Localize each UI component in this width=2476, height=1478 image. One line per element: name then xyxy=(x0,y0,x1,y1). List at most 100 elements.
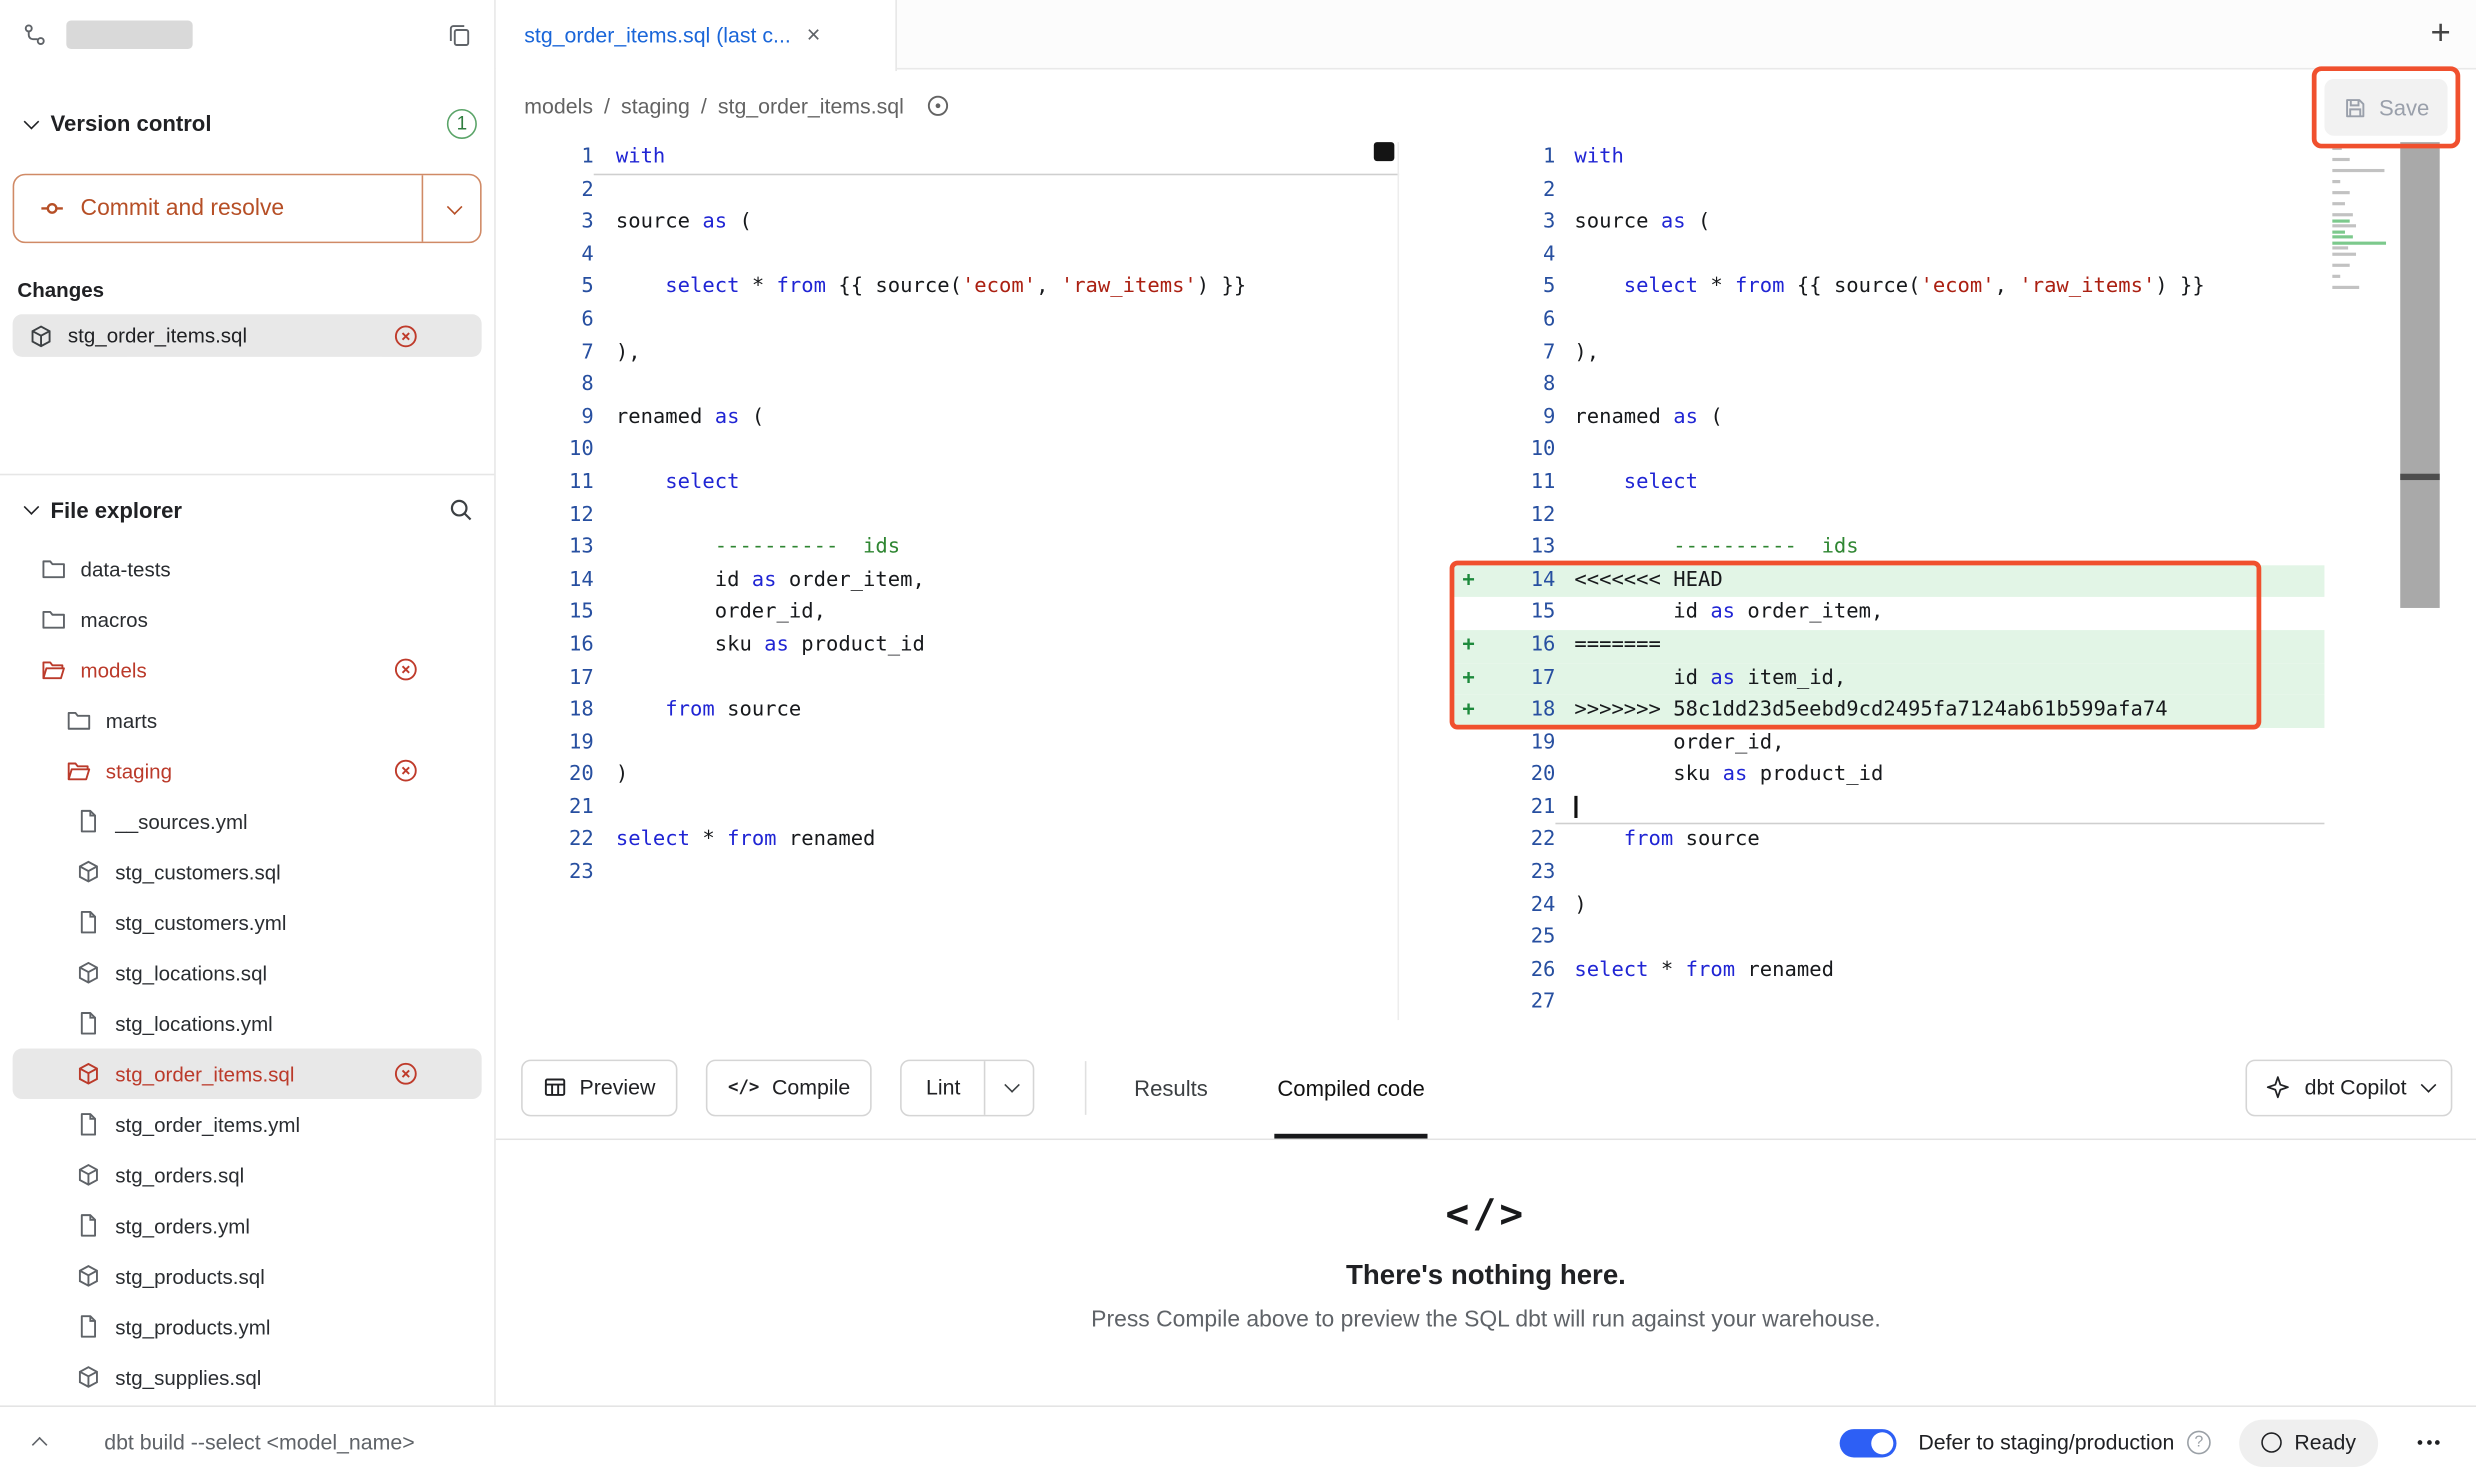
code-line-3: 3source as ( xyxy=(496,207,1399,240)
dbt-copilot-button[interactable]: dbt Copilot xyxy=(2246,1059,2452,1116)
breadcrumb-file[interactable]: stg_order_items.sql xyxy=(718,94,904,118)
line-number: 4 xyxy=(1484,240,1555,273)
diff-added-marker xyxy=(1453,825,1485,858)
discard-change-icon[interactable] xyxy=(393,758,418,783)
diff-added-marker: + xyxy=(1453,565,1485,598)
compile-button[interactable]: </> Compile xyxy=(706,1059,872,1116)
line-number: 5 xyxy=(1484,272,1555,305)
help-icon[interactable]: ? xyxy=(2187,1431,2211,1455)
file-tree-item-stg_customers.sql[interactable]: stg_customers.sql xyxy=(13,846,482,897)
file-tree-item-label: marts xyxy=(106,708,157,732)
workspace-icon[interactable] xyxy=(22,22,47,47)
tab-title: stg_order_items.sql (last c... xyxy=(524,24,791,48)
save-button[interactable]: Save xyxy=(2324,79,2447,136)
tab-compiled-code[interactable]: Compiled code xyxy=(1274,1036,1428,1139)
code-line-1: 1with xyxy=(496,142,1399,175)
commit-and-resolve-button[interactable]: Commit and resolve xyxy=(13,174,482,243)
line-number: 14 xyxy=(1484,565,1555,598)
file-tree-item-stg_customers.yml[interactable]: stg_customers.yml xyxy=(13,897,482,948)
left-scrollbar-thumb[interactable] xyxy=(1374,142,1395,161)
search-icon[interactable] xyxy=(448,497,473,522)
file-tree-item-stg_locations.yml[interactable]: stg_locations.yml xyxy=(13,998,482,1049)
file-tree-item-stg_orders.yml[interactable]: stg_orders.yml xyxy=(13,1200,482,1251)
file-tree-item-label: stg_customers.sql xyxy=(115,860,280,884)
pane-divider[interactable] xyxy=(1398,142,1400,1020)
line-number: 16 xyxy=(1484,630,1555,663)
file-explorer-header[interactable]: File explorer xyxy=(0,475,494,543)
file-tree-item-stg_orders.sql[interactable]: stg_orders.sql xyxy=(13,1150,482,1201)
code-line-12: 12 xyxy=(496,500,1399,533)
code-line-15: 15 id as order_item, xyxy=(1453,597,2325,630)
discard-change-icon[interactable] xyxy=(393,657,418,682)
file-status-icon xyxy=(926,93,951,118)
diff-added-marker xyxy=(1453,402,1485,435)
file-tree-item-stg_order_items.sql[interactable]: stg_order_items.sql xyxy=(13,1049,482,1100)
code-line-19: 19 order_id, xyxy=(1453,727,2325,760)
expand-command-bar-button[interactable] xyxy=(25,1437,57,1448)
line-number: 3 xyxy=(1484,207,1555,240)
version-control-header[interactable]: Version control 1 xyxy=(0,69,494,157)
code-line-8: 8 xyxy=(496,370,1399,403)
code-line-18: +18>>>>>>> 58c1dd23d5eebd9cd2495fa7124ab… xyxy=(1453,695,2325,728)
commit-options-dropdown[interactable] xyxy=(422,175,480,241)
file-tree-item-models[interactable]: models xyxy=(13,644,482,695)
editor-tab-bar: stg_order_items.sql (last c... × + xyxy=(496,0,2476,69)
code-line-24: 24) xyxy=(1453,890,2325,923)
lint-options-dropdown[interactable] xyxy=(984,1060,1033,1114)
copy-icon[interactable] xyxy=(447,22,472,47)
diff-added-marker xyxy=(1453,370,1485,403)
diff-added-marker xyxy=(1453,142,1485,175)
overflow-menu-button[interactable] xyxy=(2407,1420,2451,1464)
lint-button[interactable]: Lint xyxy=(902,1060,984,1114)
line-number: 7 xyxy=(496,337,594,370)
file-tree-item-staging[interactable]: staging xyxy=(13,745,482,796)
code-line-27: 27 xyxy=(1453,988,2325,1021)
breadcrumb-staging[interactable]: staging xyxy=(621,94,690,118)
file-tree-item-stg_products.yml[interactable]: stg_products.yml xyxy=(13,1301,482,1352)
file-explorer-section: File explorer data-tests macros models mart… xyxy=(0,474,494,1406)
editor-scrollbar[interactable] xyxy=(2400,142,2439,1036)
tab-results[interactable]: Results xyxy=(1131,1036,1211,1139)
file-tree-item-label: stg_order_items.sql xyxy=(115,1062,294,1086)
file-tree-item-label: stg_locations.sql xyxy=(115,961,267,985)
diff-added-marker xyxy=(1453,760,1485,793)
file-tree-item-label: data-tests xyxy=(81,557,171,581)
new-tab-button[interactable]: + xyxy=(2430,12,2450,53)
breadcrumb-models[interactable]: models xyxy=(524,94,593,118)
command-input[interactable]: dbt build --select <model_name> xyxy=(104,1431,414,1455)
editor-pane-right[interactable]: 1with23source as (45 select * from {{ so… xyxy=(1453,142,2325,1020)
file-tree-item-label: staging xyxy=(106,759,172,783)
line-number: 2 xyxy=(1484,175,1555,208)
discard-change-icon[interactable] xyxy=(393,323,418,348)
file-tree-item-label: macros xyxy=(81,607,148,631)
file-tree-item-stg_supplies.sql[interactable]: stg_supplies.sql xyxy=(13,1352,482,1403)
changed-file-row[interactable]: stg_order_items.sql xyxy=(13,314,482,357)
file-icon xyxy=(76,1314,101,1339)
tab-stg-order-items[interactable]: stg_order_items.sql (last c... × xyxy=(496,0,897,71)
defer-toggle[interactable] xyxy=(1839,1428,1896,1456)
file-tree-item-stg_order_items.yml[interactable]: stg_order_items.yml xyxy=(13,1099,482,1150)
code-line-2: 2 xyxy=(496,175,1399,208)
scrollbar-thumb[interactable] xyxy=(2400,142,2439,608)
preview-label: Preview xyxy=(580,1075,656,1099)
file-tree-item-__sources.yml[interactable]: __sources.yml xyxy=(13,796,482,847)
close-icon[interactable]: × xyxy=(807,24,821,48)
editor-pane-left[interactable]: 1with23source as (45 select * from {{ so… xyxy=(496,142,1399,890)
file-tree-item-marts[interactable]: marts xyxy=(13,695,482,746)
file-tree-item-stg_products.sql[interactable]: stg_products.sql xyxy=(13,1251,482,1302)
line-number: 17 xyxy=(496,662,594,695)
line-number: 10 xyxy=(1484,435,1555,468)
file-icon xyxy=(76,808,101,833)
file-tree-item-macros[interactable]: macros xyxy=(13,594,482,645)
discard-change-icon[interactable] xyxy=(393,1061,418,1086)
code-line-4: 4 xyxy=(496,240,1399,273)
file-tree-item-data-tests[interactable]: data-tests xyxy=(13,543,482,594)
text-cursor xyxy=(1574,796,1576,818)
version-control-title: Version control xyxy=(51,111,212,136)
minimap[interactable] xyxy=(2332,147,2389,296)
code-line-23: 23 xyxy=(496,858,1399,891)
status-ready[interactable]: Ready xyxy=(2239,1419,2378,1466)
code-line-6: 6 xyxy=(1453,305,2325,338)
preview-button[interactable]: Preview xyxy=(521,1059,677,1116)
file-tree-item-stg_locations.sql[interactable]: stg_locations.sql xyxy=(13,947,482,998)
